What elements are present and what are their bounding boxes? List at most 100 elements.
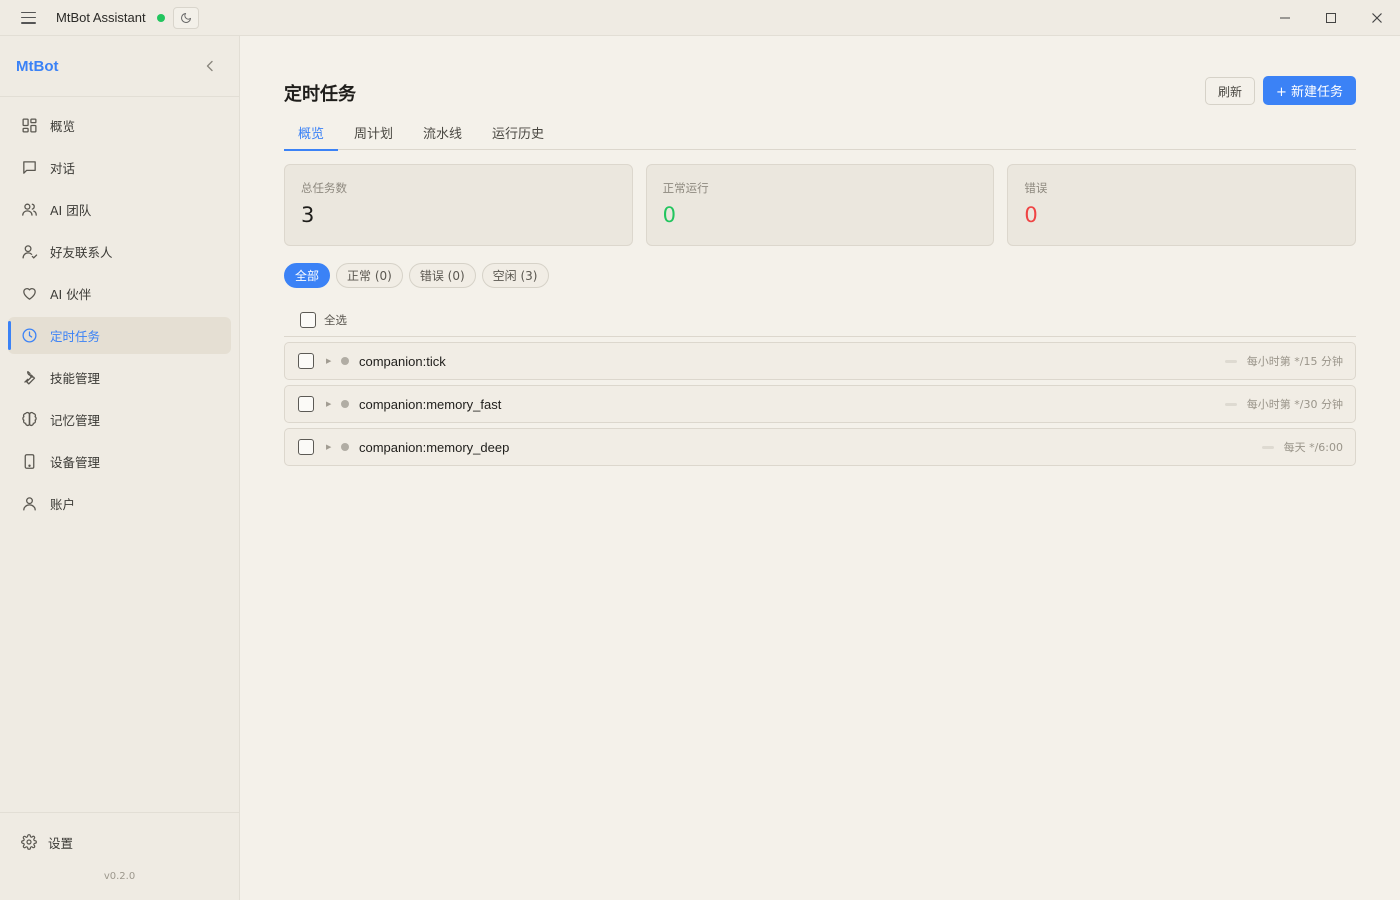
sidebar-item-label: AI 伙伴 [50, 287, 92, 302]
task-list: ▶ companion:tick 每小时第 */15 分钟 ▶ companio… [284, 342, 1356, 471]
select-all-row: 全选 [284, 304, 1356, 337]
chat-bubble-icon [20, 159, 38, 177]
sidebar-item-chat[interactable]: 对话 [8, 149, 231, 186]
sidebar-item-label: AI 团队 [50, 203, 92, 218]
filter-normal[interactable]: 正常 (0) [336, 263, 403, 288]
new-task-button[interactable]: + 新建任务 [1263, 76, 1356, 105]
task-checkbox[interactable] [298, 396, 314, 412]
sidebar-item-contacts[interactable]: 好友联系人 [8, 233, 231, 270]
sidebar-item-ai-team[interactable]: AI 团队 [8, 191, 231, 228]
sidebar-nav: 概览 对话 AI 团队 好友联系人 AI 伙伴 定时任务 技能管理 记忆管理 设… [0, 97, 239, 522]
task-progress-bar [1224, 359, 1237, 363]
gear-icon [20, 833, 38, 851]
sidebar-item-label: 定时任务 [50, 329, 101, 344]
stat-label: 总任务数 [301, 181, 347, 195]
tab-pipeline[interactable]: 流水线 [409, 114, 476, 150]
filter-idle[interactable]: 空闲 (3) [481, 263, 549, 288]
brain-icon [20, 411, 38, 429]
task-name: companion:memory_deep [359, 439, 510, 455]
sidebar-item-label: 对话 [50, 161, 76, 176]
connection-status-dot [156, 13, 165, 22]
task-checkbox[interactable] [298, 353, 314, 369]
maximize-button[interactable] [1308, 0, 1354, 36]
theme-toggle-button[interactable] [172, 6, 199, 29]
menu-button[interactable] [0, 0, 56, 36]
minimize-icon [1280, 17, 1290, 19]
sidebar-item-devices[interactable]: 设备管理 [8, 443, 231, 480]
tab-bar: 概览 周计划 流水线 运行历史 [284, 114, 1356, 151]
sidebar-item-ai-partner[interactable]: AI 伙伴 [8, 275, 231, 312]
close-icon [1372, 13, 1382, 23]
sidebar-item-label: 账户 [50, 497, 76, 512]
stat-label: 错误 [1024, 181, 1048, 195]
version-label: v0.2.0 [103, 871, 136, 882]
expand-caret-icon[interactable]: ▶ [326, 400, 332, 408]
task-name: companion:memory_fast [359, 396, 502, 412]
hamburger-icon [20, 11, 36, 24]
minimize-button[interactable] [1262, 0, 1308, 36]
sidebar-header: MtBot [0, 36, 239, 97]
stat-card-running: 正常运行 0 [645, 164, 995, 246]
close-button[interactable] [1354, 0, 1400, 36]
sidebar-item-label: 设备管理 [50, 455, 101, 470]
filter-all[interactable]: 全部 [284, 263, 331, 288]
select-all-label: 全选 [324, 313, 347, 327]
task-name: companion:tick [359, 353, 446, 369]
tab-run-history[interactable]: 运行历史 [478, 114, 558, 150]
task-row[interactable]: ▶ companion:memory_fast 每小时第 */30 分钟 [284, 385, 1356, 423]
expand-caret-icon[interactable]: ▶ [326, 443, 332, 451]
users-icon [20, 201, 38, 219]
refresh-button[interactable]: 刷新 [1205, 77, 1255, 105]
stat-value: 0 [662, 203, 677, 227]
sidebar-item-label: 记忆管理 [50, 413, 101, 428]
tab-overview[interactable]: 概览 [284, 114, 339, 151]
status-filter-chips: 全部 正常 (0) 错误 (0) 空闲 (3) [284, 263, 549, 288]
collapse-sidebar-button[interactable] [203, 58, 217, 74]
expand-caret-icon[interactable]: ▶ [326, 357, 332, 365]
task-schedule: 每小时第 */15 分钟 [1246, 355, 1343, 368]
phone-icon [20, 453, 38, 471]
task-progress-bar [1224, 402, 1237, 406]
task-status-dot [341, 443, 349, 451]
settings-button[interactable]: 设置 [0, 825, 239, 859]
task-progress-bar [1261, 445, 1274, 449]
sidebar-item-label: 好友联系人 [50, 245, 113, 260]
stat-label: 正常运行 [662, 181, 709, 195]
task-schedule: 每天 */6:00 [1283, 441, 1343, 454]
settings-label: 设置 [48, 835, 74, 851]
chevron-left-icon [206, 60, 213, 72]
stat-card-errors: 错误 0 [1007, 164, 1357, 246]
task-status-dot [341, 357, 349, 365]
sidebar-item-memory[interactable]: 记忆管理 [8, 401, 231, 438]
user-icon [20, 495, 38, 513]
clock-icon [20, 327, 38, 345]
sidebar-item-scheduled-tasks[interactable]: 定时任务 [8, 317, 231, 354]
sidebar-item-overview[interactable]: 概览 [8, 107, 231, 144]
brand-logo: MtBot [16, 57, 59, 75]
stat-value: 0 [1024, 203, 1038, 227]
task-status-dot [341, 400, 349, 408]
app-title: MtBot Assistant [56, 10, 146, 25]
sidebar-item-label: 概览 [50, 119, 76, 134]
dashboard-icon [20, 117, 38, 135]
select-all-checkbox[interactable] [300, 312, 316, 328]
wrench-icon [20, 369, 38, 387]
stat-card-total: 总任务数 3 [284, 164, 633, 246]
tab-weekly-plan[interactable]: 周计划 [340, 114, 407, 150]
contact-icon [20, 243, 38, 261]
task-row[interactable]: ▶ companion:tick 每小时第 */15 分钟 [284, 342, 1356, 380]
page-title: 定时任务 [284, 84, 356, 105]
sidebar-footer: 设置 v0.2.0 [0, 812, 239, 900]
moon-icon [180, 12, 191, 23]
sidebar-item-label: 技能管理 [50, 371, 101, 386]
title-bar: MtBot Assistant [0, 0, 1400, 36]
task-checkbox[interactable] [298, 439, 314, 455]
sidebar-item-account[interactable]: 账户 [8, 485, 231, 522]
filter-error[interactable]: 错误 (0) [408, 263, 476, 288]
task-row[interactable]: ▶ companion:memory_deep 每天 */6:00 [284, 428, 1356, 466]
heart-icon [20, 285, 38, 303]
maximize-icon [1326, 13, 1336, 23]
stats-cards: 总任务数 3 正常运行 0 错误 0 [284, 164, 1357, 246]
task-schedule: 每小时第 */30 分钟 [1246, 398, 1343, 411]
sidebar-item-skills[interactable]: 技能管理 [8, 359, 231, 396]
